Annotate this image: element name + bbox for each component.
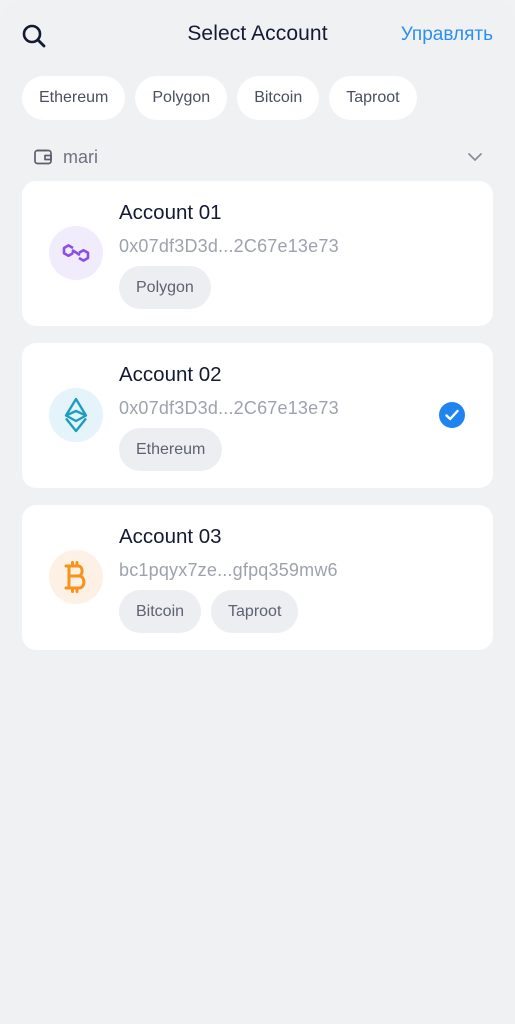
account-avatar: [49, 226, 103, 280]
header: Select Account Управлять: [0, 0, 515, 72]
network-tag: Taproot: [211, 590, 299, 633]
account-tags: Polygon: [119, 266, 211, 309]
network-tag: Bitcoin: [119, 590, 202, 633]
polygon-icon: [62, 244, 90, 262]
filter-chip-bitcoin[interactable]: Bitcoin: [237, 76, 320, 120]
account-card[interactable]: Account 02 0x07df3D3d...2C67e13e73 Ether…: [22, 343, 493, 488]
network-tag: Ethereum: [119, 428, 223, 471]
account-tags: Ethereum: [119, 428, 223, 471]
account-avatar: [49, 388, 103, 442]
account-address: 0x07df3D3d...2C67e13e73: [119, 398, 339, 418]
wallet-group-header[interactable]: mari: [22, 142, 493, 172]
account-avatar: [49, 550, 103, 604]
ethereum-icon: [64, 397, 88, 433]
account-name: Account 01: [119, 201, 222, 224]
account-name: Account 02: [119, 363, 222, 386]
account-list: Account 01 0x07df3D3d...2C67e13e73 Polyg…: [22, 181, 493, 667]
filter-chip-polygon[interactable]: Polygon: [135, 76, 228, 120]
manage-link[interactable]: Управлять: [401, 24, 493, 46]
account-name: Account 03: [119, 525, 222, 548]
filter-chip-taproot[interactable]: Taproot: [329, 76, 417, 120]
wallet-icon: [34, 149, 52, 165]
filter-chip-ethereum[interactable]: Ethereum: [22, 76, 126, 120]
chevron-down-icon[interactable]: [465, 147, 485, 167]
account-tags: Bitcoin Taproot: [119, 590, 299, 633]
account-card[interactable]: Account 03 bc1pqyx7ze...gfpq359mw6 Bitco…: [22, 505, 493, 650]
account-address: 0x07df3D3d...2C67e13e73: [119, 236, 339, 256]
network-tag: Polygon: [119, 266, 211, 309]
account-address: bc1pqyx7ze...gfpq359mw6: [119, 560, 338, 580]
wallet-name: mari: [63, 146, 98, 167]
account-card[interactable]: Account 01 0x07df3D3d...2C67e13e73 Polyg…: [22, 181, 493, 326]
network-filters: Ethereum Polygon Bitcoin Taproot: [22, 76, 417, 120]
bitcoin-icon: [64, 561, 86, 593]
selected-check-icon[interactable]: [439, 402, 465, 428]
account-selector-sheet: Select Account Управлять Ethereum Polygo…: [0, 0, 515, 1024]
